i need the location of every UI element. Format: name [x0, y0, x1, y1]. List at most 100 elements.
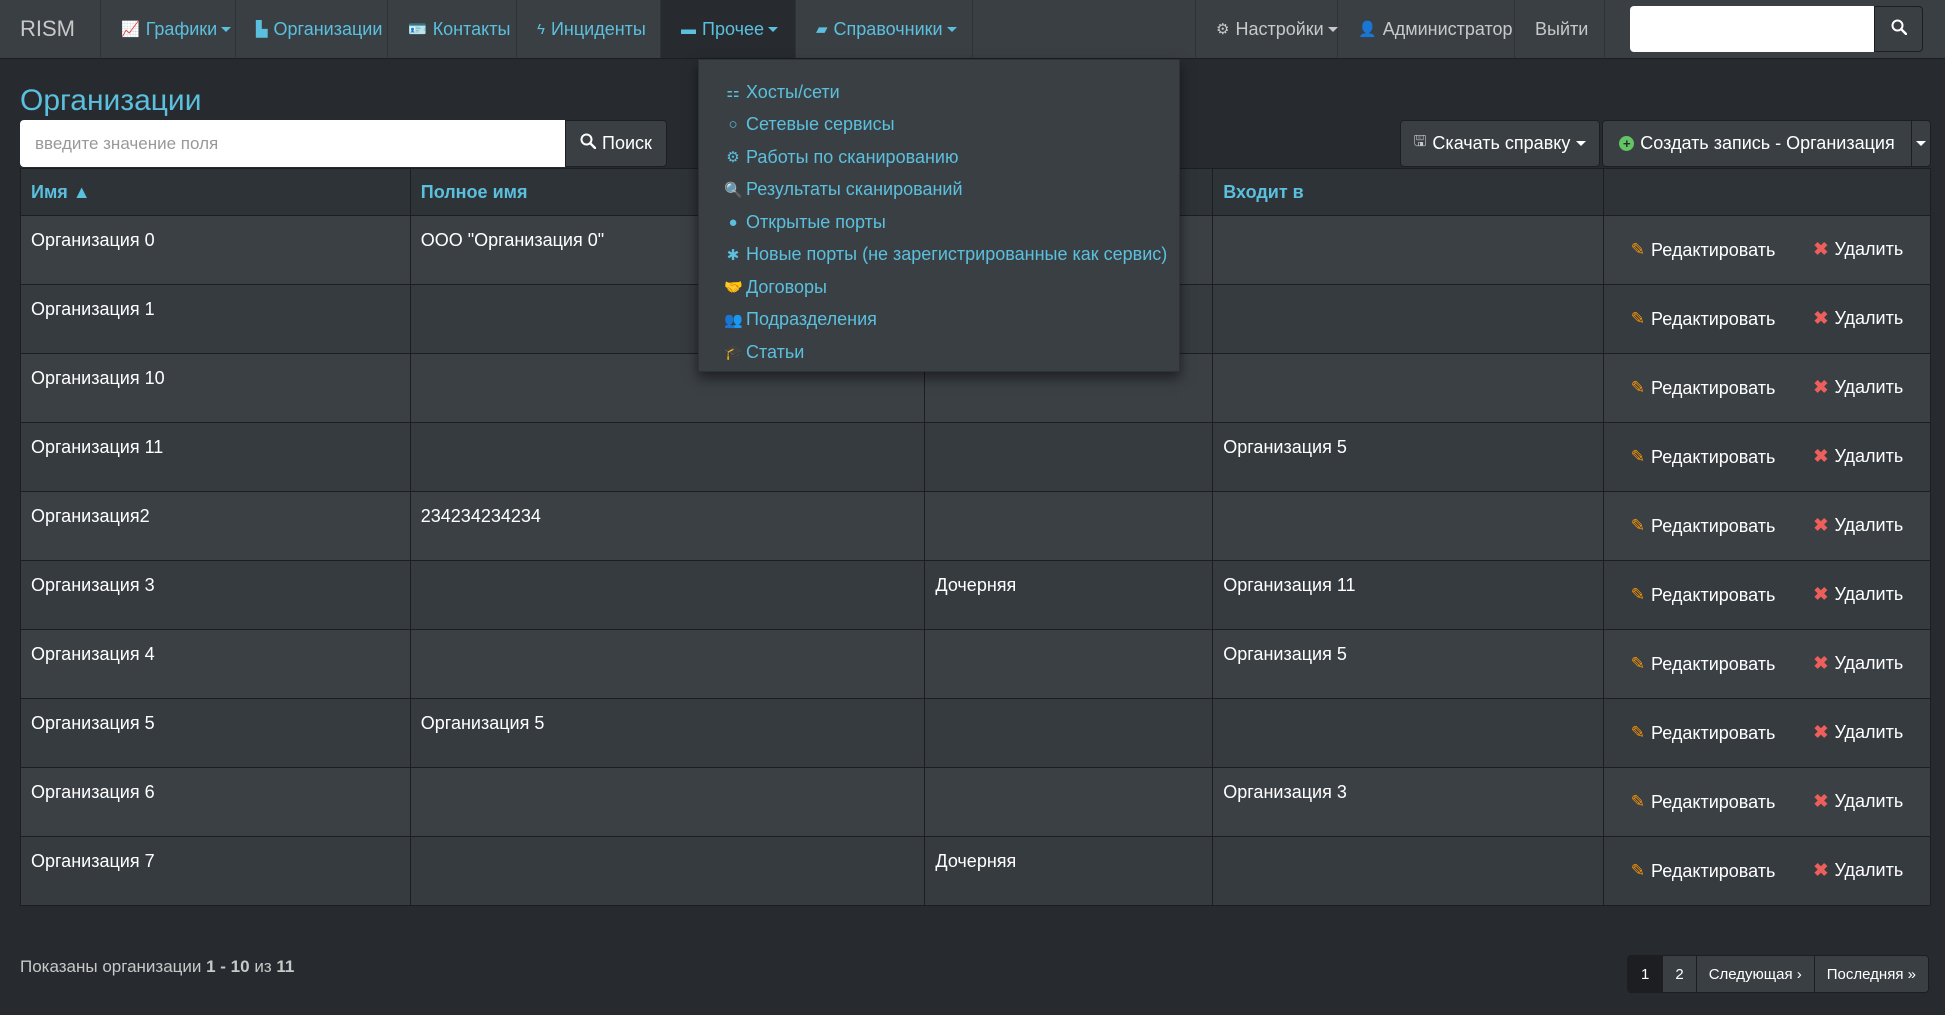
- nav-item-incidents[interactable]: ϟ Инциденты: [517, 0, 661, 58]
- nav-item-label: Инциденты: [550, 18, 646, 39]
- delete-button[interactable]: ✖ Удалить: [1813, 722, 1903, 743]
- nav-item-label: Выйти: [1535, 18, 1589, 39]
- cell-actions: ✎ Редактировать ✖ Удалить: [1603, 215, 1931, 285]
- cell-name: Организация 5: [20, 698, 411, 768]
- pencil-icon: ✎: [1630, 585, 1646, 605]
- nav-item-label: Графики: [145, 18, 218, 39]
- search-icon: [1891, 19, 1907, 40]
- plus-circle-icon: +: [1619, 136, 1635, 151]
- cell-actions: ✎ Редактировать ✖ Удалить: [1603, 698, 1931, 768]
- cell-actions: ✎ Редактировать ✖ Удалить: [1603, 353, 1931, 423]
- edit-button[interactable]: ✎ Редактировать: [1631, 585, 1776, 606]
- create-record-button[interactable]: + Создать запись - Организация: [1602, 120, 1912, 167]
- edit-label: Редактировать: [1651, 308, 1776, 329]
- other-dropdown-menu: ⚏ Хосты/сети ○ Сетевые сервисы ⚙ Работы по ск…: [698, 59, 1180, 372]
- dropdown-item[interactable]: ⚙ Работы по сканированию: [699, 141, 1179, 174]
- delete-button[interactable]: ✖ Удалить: [1813, 860, 1903, 881]
- cell-actions: ✎ Редактировать ✖ Удалить: [1603, 422, 1931, 492]
- dropdown-item[interactable]: 🤝 Договоры: [699, 271, 1179, 304]
- edit-button[interactable]: ✎ Редактировать: [1631, 723, 1776, 744]
- edit-button[interactable]: ✎ Редактировать: [1631, 240, 1776, 261]
- dropdown-item-label: Хосты/сети: [746, 81, 840, 102]
- pagination: 1 2 Следующая › Последняя »: [1627, 955, 1929, 993]
- cell-parent: [1212, 353, 1605, 423]
- edit-button[interactable]: ✎ Редактировать: [1631, 516, 1776, 537]
- edit-button[interactable]: ✎ Редактировать: [1631, 861, 1776, 882]
- nav-item-label: Администратор: [1382, 18, 1513, 39]
- close-icon: ✖: [1813, 653, 1829, 674]
- edit-button[interactable]: ✎ Редактировать: [1631, 792, 1776, 813]
- delete-label: Удалить: [1834, 791, 1904, 812]
- dropdown-item[interactable]: ⚏ Хосты/сети: [699, 76, 1179, 109]
- cell-actions: ✎ Редактировать ✖ Удалить: [1603, 560, 1931, 630]
- page-2-button[interactable]: 2: [1662, 955, 1697, 993]
- cell-name: Организация 3: [20, 560, 411, 630]
- navbar-search-input[interactable]: [1630, 6, 1874, 52]
- dropdown-item-label: Работы по сканированию: [746, 146, 959, 167]
- bar-chart-icon: ▙: [256, 21, 268, 38]
- column-header-parent[interactable]: Входит в: [1212, 168, 1605, 216]
- edit-label: Редактировать: [1651, 377, 1776, 398]
- dropdown-item[interactable]: 🎓 Статьи: [699, 336, 1179, 369]
- delete-button[interactable]: ✖ Удалить: [1813, 584, 1903, 605]
- column-header-name[interactable]: Имя ▲: [20, 168, 411, 216]
- cell-parent: [1212, 284, 1605, 354]
- page-1-button[interactable]: 1: [1627, 955, 1664, 993]
- nav-item-contacts[interactable]: 🪪 Контакты: [388, 0, 517, 58]
- nav-item-user[interactable]: 👤 Администратор: [1338, 0, 1515, 58]
- delete-button[interactable]: ✖ Удалить: [1813, 515, 1903, 536]
- pencil-icon: ✎: [1630, 516, 1646, 536]
- cell-full-name: [409, 629, 926, 699]
- edit-button[interactable]: ✎ Редактировать: [1631, 378, 1776, 399]
- pencil-icon: ✎: [1630, 378, 1646, 398]
- summary-prefix: Показаны организации: [20, 957, 202, 976]
- table-row: Организация2 234234234234 ✎ Редактировать ✖ У…: [20, 491, 1931, 561]
- cell-parent: [1212, 698, 1605, 768]
- delete-button[interactable]: ✖ Удалить: [1813, 377, 1903, 398]
- last-page-button[interactable]: Последняя »: [1813, 955, 1929, 993]
- nav-item-logout[interactable]: Выйти: [1515, 0, 1605, 58]
- table-row: Организация 3 Дочерняя Организация 11 ✎ Реда…: [20, 560, 1931, 630]
- cell-parent: [1212, 836, 1605, 906]
- dropdown-item[interactable]: ● Открытые порты: [699, 206, 1179, 239]
- dropdown-item[interactable]: 🔍 Результаты сканирований: [699, 174, 1179, 207]
- search-button[interactable]: Поиск: [565, 120, 667, 167]
- delete-button[interactable]: ✖ Удалить: [1813, 446, 1903, 467]
- cell-actions: ✎ Редактировать ✖ Удалить: [1603, 767, 1931, 837]
- nav-item-label: Организации: [273, 18, 383, 39]
- edit-button[interactable]: ✎ Редактировать: [1631, 447, 1776, 468]
- delete-button[interactable]: ✖ Удалить: [1813, 791, 1903, 812]
- nav-item-references[interactable]: ▰ Справочники: [796, 0, 973, 58]
- edit-button[interactable]: ✎ Редактировать: [1631, 309, 1776, 330]
- id-card-icon: 🪪: [408, 21, 427, 38]
- nav-item-other[interactable]: ▬ Прочее: [661, 0, 796, 58]
- next-page-button[interactable]: Следующая ›: [1695, 955, 1815, 993]
- table-row: Организация 6 Организация 3 ✎ Редактировать…: [20, 767, 1931, 837]
- cell-name: Организация 10: [20, 353, 411, 423]
- edit-button[interactable]: ✎ Редактировать: [1631, 654, 1776, 675]
- chevron-down-icon: [1576, 141, 1587, 146]
- delete-button[interactable]: ✖ Удалить: [1813, 239, 1903, 260]
- cell-type: [924, 491, 1214, 561]
- pencil-icon: ✎: [1630, 447, 1646, 467]
- delete-label: Удалить: [1834, 722, 1904, 743]
- dropdown-item[interactable]: ✱ Новые порты (не зарегистрированные как …: [699, 239, 1179, 272]
- cell-name: Организация 11: [20, 422, 411, 492]
- brand-logo[interactable]: RISM: [0, 0, 100, 58]
- cell-actions: ✎ Редактировать ✖ Удалить: [1603, 836, 1931, 906]
- dropdown-item[interactable]: ○ Сетевые сервисы: [699, 109, 1179, 142]
- download-report-button[interactable]: 🖫 Скачать справку: [1400, 120, 1600, 167]
- search-input[interactable]: введите значение поля: [20, 120, 565, 167]
- create-record-dropdown-toggle[interactable]: [1911, 120, 1931, 167]
- delete-button[interactable]: ✖ Удалить: [1813, 653, 1903, 674]
- navbar-search-button[interactable]: [1874, 6, 1923, 52]
- pencil-icon: ✎: [1630, 861, 1646, 881]
- nav-item-settings[interactable]: ⚙ Настройки: [1195, 0, 1338, 58]
- delete-button[interactable]: ✖ Удалить: [1813, 308, 1903, 329]
- dropdown-item[interactable]: 👥 Подразделения: [699, 304, 1179, 337]
- nav-item-organizations[interactable]: ▙ Организации: [236, 0, 388, 58]
- nav-item-charts[interactable]: 📈 Графики: [100, 0, 236, 58]
- close-icon: ✖: [1813, 515, 1829, 536]
- cell-name: Организация 4: [20, 629, 411, 699]
- table-row: Организация 7 Дочерняя ✎ Редактировать ✖ Удал…: [20, 836, 1931, 906]
